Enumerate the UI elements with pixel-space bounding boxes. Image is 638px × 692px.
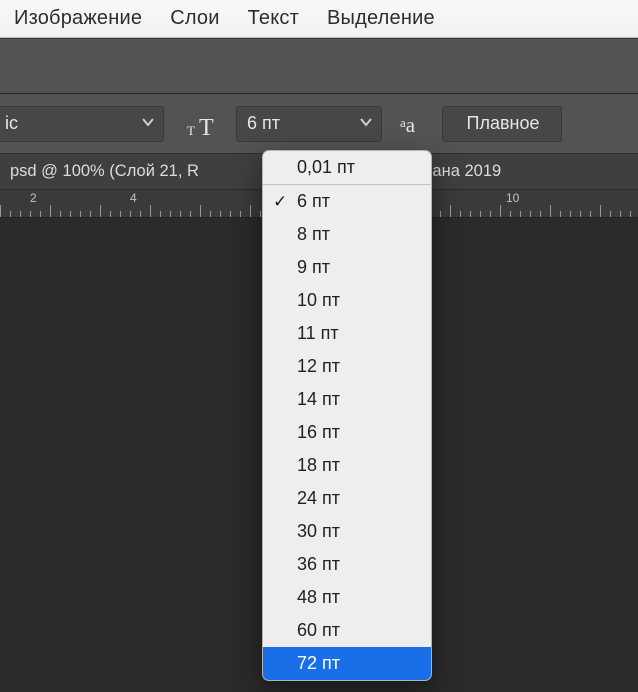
chevron-down-icon — [141, 113, 155, 134]
dropdown-item[interactable]: 18 пт — [263, 449, 431, 482]
svg-text:T: T — [199, 115, 214, 139]
dropdown-item[interactable]: 48 пт — [263, 581, 431, 614]
antialias-select[interactable]: Плавное — [442, 106, 562, 142]
dropdown-item-label: 8 пт — [297, 224, 330, 245]
dropdown-item[interactable]: 36 пт — [263, 548, 431, 581]
antialias-icon: aa — [400, 113, 428, 135]
font-size-icon: T T — [184, 109, 222, 139]
dropdown-item-label: 36 пт — [297, 554, 340, 575]
font-family-value: ic — [5, 113, 141, 134]
check-icon: ✓ — [273, 192, 287, 212]
dropdown-item[interactable]: 9 пт — [263, 251, 431, 284]
dropdown-item-label: 16 пт — [297, 422, 340, 443]
dropdown-item[interactable]: 60 пт — [263, 614, 431, 647]
svg-text:T: T — [187, 123, 195, 138]
dropdown-item-label: 72 пт — [297, 653, 340, 674]
menu-layers[interactable]: Слои — [170, 7, 219, 30]
dropdown-item-label: 11 пт — [297, 323, 339, 344]
font-size-dropdown: 0,01 пт ✓ 6 пт 8 пт 9 пт 10 пт 11 пт 12 пт 14 пт… — [262, 150, 432, 681]
menu-text[interactable]: Текст — [248, 7, 299, 30]
font-family-select[interactable]: ic — [0, 106, 164, 142]
ruler-number: 2 — [30, 191, 37, 205]
menu-selection[interactable]: Выделение — [327, 7, 435, 30]
dropdown-item-label: 18 пт — [297, 455, 340, 476]
toolbar-upper-gap — [0, 38, 638, 94]
font-size-value: 6 пт — [247, 113, 359, 134]
dropdown-item-label: 14 пт — [297, 389, 340, 410]
dropdown-item[interactable]: 8 пт — [263, 218, 431, 251]
dropdown-item[interactable]: 11 пт — [263, 317, 431, 350]
dropdown-item[interactable]: 0,01 пт — [263, 151, 431, 184]
menu-image[interactable]: Изображение — [14, 7, 142, 30]
dropdown-item-label: 9 пт — [297, 257, 330, 278]
dropdown-item-label: 24 пт — [297, 488, 340, 509]
ruler-number: 10 — [506, 191, 519, 205]
menubar: Изображение Слои Текст Выделение — [0, 0, 638, 38]
dropdown-item[interactable]: 16 пт — [263, 416, 431, 449]
dropdown-item-label: 0,01 пт — [297, 157, 355, 178]
ruler-number: 4 — [130, 191, 137, 205]
dropdown-item-label: 30 пт — [297, 521, 340, 542]
dropdown-item[interactable]: 24 пт — [263, 482, 431, 515]
dropdown-item[interactable]: 72 пт — [263, 647, 431, 680]
document-tab-1[interactable]: psd @ 100% (Слой 21, R — [0, 162, 209, 181]
antialias-value: Плавное — [453, 113, 553, 134]
dropdown-item-label: 6 пт — [297, 191, 330, 212]
dropdown-item-label: 12 пт — [297, 356, 340, 377]
font-size-select[interactable]: 6 пт — [236, 106, 382, 142]
dropdown-item-label: 60 пт — [297, 620, 340, 641]
type-toolbar: ic T T 6 пт aa Плавное — [0, 94, 638, 154]
dropdown-item[interactable]: 12 пт — [263, 350, 431, 383]
dropdown-item[interactable]: ✓ 6 пт — [263, 185, 431, 218]
dropdown-item[interactable]: 30 пт — [263, 515, 431, 548]
dropdown-item-label: 10 пт — [297, 290, 340, 311]
dropdown-item[interactable]: 10 пт — [263, 284, 431, 317]
chevron-down-icon — [359, 113, 373, 134]
dropdown-item-label: 48 пт — [297, 587, 340, 608]
dropdown-item[interactable]: 14 пт — [263, 383, 431, 416]
